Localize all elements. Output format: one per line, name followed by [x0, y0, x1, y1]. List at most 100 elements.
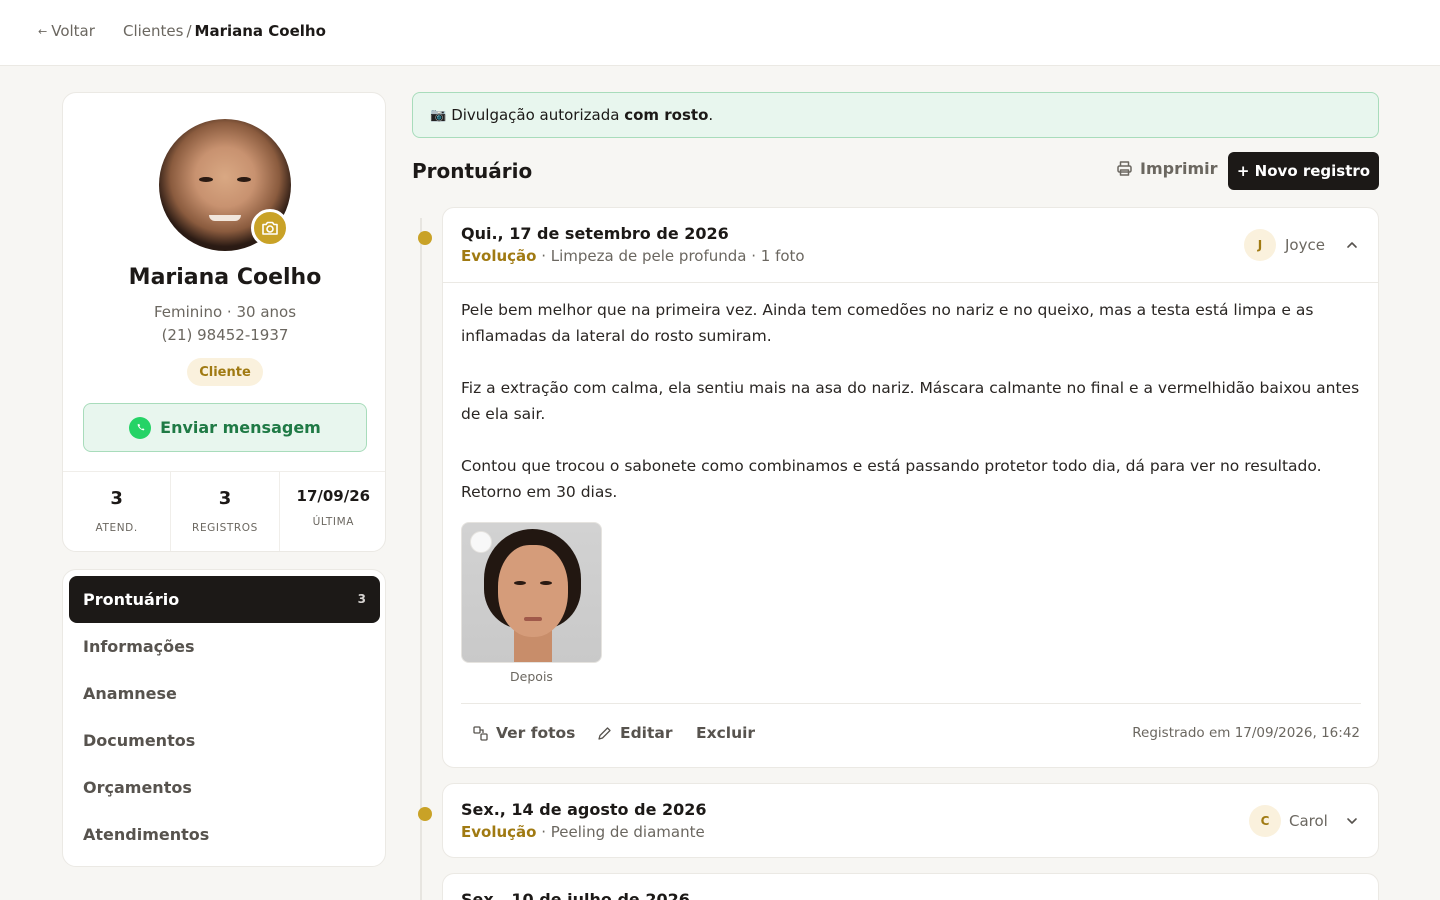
- chevron-down-icon[interactable]: [1345, 814, 1359, 828]
- send-message-button[interactable]: Enviar mensagem: [83, 403, 367, 452]
- author-name: Joyce: [1285, 236, 1325, 254]
- record-header[interactable]: Sex., 10 de julho de 2026: [443, 874, 1378, 900]
- page-title: Prontuário: [412, 159, 533, 183]
- back-link[interactable]: ← Voltar: [38, 22, 95, 40]
- author-avatar: J: [1244, 229, 1276, 261]
- consent-banner: 📷 Divulgação autorizada com rosto.: [412, 92, 1379, 138]
- breadcrumb-separator: /: [186, 22, 192, 40]
- nav-item-prontuario[interactable]: Prontuário 3: [69, 576, 380, 623]
- avatar-mouth: [209, 215, 241, 221]
- timeline-line: [420, 218, 422, 900]
- photo-mouth: [524, 617, 542, 621]
- record-kind: Evolução: [461, 823, 537, 841]
- chevron-up-icon[interactable]: [1345, 238, 1359, 252]
- status-badge: Cliente: [187, 358, 263, 386]
- section-nav: Prontuário 3 Informações Anamnese Docume…: [62, 569, 386, 867]
- record-kind: Evolução: [461, 247, 537, 265]
- registered-at: Registrado em 17/09/2026, 16:42: [1132, 725, 1360, 741]
- new-record-button[interactable]: + Novo registro: [1228, 152, 1379, 190]
- timeline-dot: [418, 807, 432, 821]
- nav-item-documentos[interactable]: Documentos: [69, 717, 380, 764]
- back-arrow-icon: ←: [38, 25, 48, 38]
- nav-item-label: Atendimentos: [83, 825, 210, 844]
- record-date: Qui., 17 de setembro de 2026: [461, 224, 729, 243]
- camera-icon: 📷: [430, 107, 447, 123]
- client-name: Mariana Coelho: [128, 265, 322, 290]
- nav-item-informacoes[interactable]: Informações: [69, 623, 380, 670]
- photo-eye: [540, 581, 552, 585]
- send-message-label: Enviar mensagem: [160, 418, 321, 437]
- delete-button[interactable]: Excluir: [696, 724, 755, 742]
- nav-item-label: Orçamentos: [83, 778, 192, 797]
- top-bar: ← Voltar Clientes / Mariana Coelho: [0, 0, 1440, 66]
- record-note: Pele bem melhor que na primeira vez. Ain…: [461, 297, 1361, 531]
- stat-value: 3: [218, 488, 232, 509]
- printer-icon: [1117, 161, 1132, 176]
- banner-end: .: [708, 106, 714, 124]
- banner-text: Divulgação autorizada: [451, 106, 620, 124]
- profile-card: Mariana Coelho Feminino · 30 anos (21) 9…: [62, 92, 386, 552]
- record-date: Sex., 10 de julho de 2026: [461, 890, 690, 900]
- print-button[interactable]: Imprimir: [1116, 159, 1218, 178]
- view-photos-label: Ver fotos: [496, 724, 576, 742]
- nav-item-label: Informações: [83, 637, 195, 656]
- photo-eye: [514, 581, 526, 585]
- stat-appointments: 3 ATEND.: [63, 472, 172, 551]
- record-details: · Peeling de diamante: [536, 823, 705, 841]
- print-label: Imprimir: [1140, 159, 1218, 178]
- breadcrumb: Clientes / Mariana Coelho: [123, 22, 326, 40]
- client-phone: (21) 98452-1937: [161, 326, 289, 344]
- stats-row: 3 ATEND. 3 REGISTROS 17/09/26 ÚLTIMA: [63, 471, 385, 551]
- breadcrumb-clients[interactable]: Clientes: [123, 22, 183, 40]
- record-date: Sex., 14 de agosto de 2026: [461, 800, 707, 819]
- change-photo-button[interactable]: [251, 209, 289, 247]
- pencil-icon: [598, 726, 611, 740]
- avatar-eye: [237, 177, 251, 182]
- nav-item-anamnese[interactable]: Anamnese: [69, 670, 380, 717]
- camera-icon: [262, 221, 278, 235]
- breadcrumb-current: Mariana Coelho: [194, 22, 326, 40]
- client-meta: Feminino · 30 anos: [153, 303, 297, 321]
- nav-item-label: Prontuário: [83, 590, 180, 609]
- stat-label: ATEND.: [95, 522, 138, 534]
- stat-label: ÚLTIMA: [312, 516, 355, 528]
- whatsapp-icon: [129, 416, 152, 439]
- stat-last: 17/09/26 ÚLTIMA: [280, 472, 385, 551]
- photo-caption: Depois: [510, 669, 553, 684]
- note-paragraph: Contou que trocou o sabonete como combin…: [461, 457, 1322, 501]
- record-header[interactable]: Sex., 14 de agosto de 2026 Evolução · Pe…: [443, 784, 1378, 857]
- record-details: · Limpeza de pele profunda · 1 foto: [536, 247, 805, 265]
- nav-item-count: 3: [357, 592, 366, 606]
- photos-icon: [473, 725, 488, 741]
- record-body: Pele bem melhor que na primeira vez. Ain…: [443, 282, 1378, 767]
- record-entry: Qui., 17 de setembro de 2026 Evolução · …: [442, 207, 1379, 768]
- stat-value: 17/09/26: [296, 487, 371, 505]
- edit-button[interactable]: Editar: [597, 724, 673, 742]
- timeline-dot: [418, 231, 432, 245]
- record-header[interactable]: Qui., 17 de setembro de 2026 Evolução · …: [443, 208, 1378, 282]
- nav-item-label: Documentos: [83, 731, 196, 750]
- back-label: Voltar: [51, 22, 95, 40]
- photo-select-checkbox[interactable]: [470, 531, 492, 553]
- record-entry: Sex., 10 de julho de 2026: [442, 873, 1379, 900]
- author-name: Carol: [1289, 812, 1328, 830]
- record-subtitle: Evolução · Peeling de diamante: [461, 823, 705, 841]
- note-paragraph: Fiz a extração com calma, ela sentiu mai…: [461, 379, 1360, 423]
- nav-item-orcamentos[interactable]: Orçamentos: [69, 764, 380, 811]
- view-photos-button[interactable]: Ver fotos: [473, 724, 575, 742]
- record-photo[interactable]: [461, 522, 602, 663]
- divider: [461, 703, 1361, 704]
- record-entry: Sex., 14 de agosto de 2026 Evolução · Pe…: [442, 783, 1379, 858]
- note-paragraph: Pele bem melhor que na primeira vez. Ain…: [461, 301, 1314, 345]
- nav-item-atendimentos[interactable]: Atendimentos: [69, 811, 380, 858]
- delete-label: Excluir: [696, 724, 756, 742]
- avatar-eye: [199, 177, 213, 182]
- stat-records: 3 REGISTROS: [171, 472, 280, 551]
- banner-strong: com rosto: [624, 106, 709, 124]
- author-avatar: C: [1249, 805, 1281, 837]
- stat-label: REGISTROS: [192, 522, 258, 534]
- record-subtitle: Evolução · Limpeza de pele profunda · 1 …: [461, 247, 805, 265]
- stat-value: 3: [110, 488, 123, 509]
- edit-label: Editar: [620, 724, 673, 742]
- photo-face: [498, 545, 568, 637]
